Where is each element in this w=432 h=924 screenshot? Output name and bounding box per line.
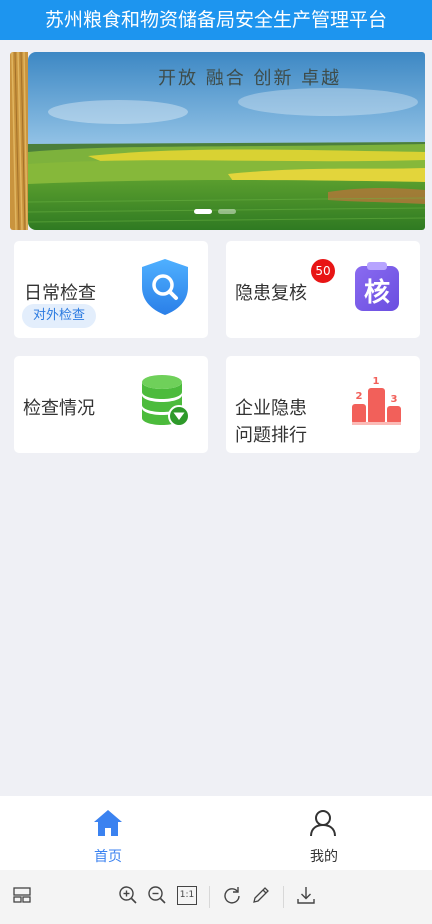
- tab-mine-label: 我的: [310, 849, 338, 865]
- edit-icon[interactable]: [251, 885, 271, 905]
- rank-3-label: 3: [391, 394, 398, 405]
- external-inspection-tag[interactable]: 对外检查: [22, 304, 97, 328]
- tab-mine[interactable]: 我的: [216, 796, 432, 870]
- daily-inspection-card[interactable]: 日常检查 对外检查: [14, 241, 208, 338]
- hazard-review-title: 隐患复核: [235, 283, 307, 304]
- wheat-slide-image: [10, 52, 28, 230]
- rank-2-label: 2: [356, 391, 363, 402]
- home-icon: [94, 810, 122, 836]
- enterprise-hazard-ranking-card[interactable]: 企业隐患 问题排行 2 1 3: [226, 356, 420, 453]
- carousel-dot[interactable]: [218, 209, 236, 214]
- ranking-title-line2: 问题排行: [235, 425, 307, 446]
- tab-home[interactable]: 首页: [0, 796, 216, 870]
- layout-icon[interactable]: [12, 885, 32, 905]
- bottom-tab-bar: 首页 我的: [0, 796, 432, 870]
- farmland-slide-image: 开放 融合 创新 卓越: [28, 52, 425, 230]
- zoom-out-icon[interactable]: [147, 885, 167, 905]
- viewer-toolbar: 1:1: [0, 870, 432, 924]
- actual-size-icon[interactable]: 1:1: [177, 886, 197, 905]
- app-header: 苏州粮食和物资储备局安全生产管理平台: [0, 0, 432, 40]
- database-filter-icon: [142, 375, 190, 427]
- ranking-title-line1: 企业隐患: [235, 398, 307, 419]
- review-stamp-text: 核: [364, 277, 390, 308]
- review-stamp-icon: 核: [355, 262, 399, 311]
- tab-home-label: 首页: [94, 849, 122, 865]
- download-icon[interactable]: [296, 885, 316, 905]
- hazard-review-card[interactable]: 隐患复核 50 核: [226, 241, 420, 338]
- banner-carousel[interactable]: 开放 融合 创新 卓越: [10, 52, 425, 230]
- inspection-status-card[interactable]: 检查情况: [14, 356, 208, 453]
- shield-search-icon: [142, 259, 188, 315]
- inspection-status-title: 检查情况: [23, 398, 95, 419]
- carousel-dot-active[interactable]: [194, 209, 212, 214]
- zoom-in-icon[interactable]: [118, 885, 138, 905]
- rank-1-label: 1: [373, 376, 380, 387]
- user-icon: [310, 810, 336, 837]
- page-title: 苏州粮食和物资储备局安全生产管理平台: [44, 9, 387, 31]
- podium-ranking-icon: 2 1 3: [352, 376, 401, 425]
- toolbar-separator: [209, 886, 210, 908]
- hazard-review-count-badge: 50: [311, 259, 335, 283]
- carousel-indicator: [194, 209, 236, 214]
- rotate-icon[interactable]: [222, 885, 242, 905]
- toolbar-separator: [283, 886, 284, 908]
- daily-inspection-title: 日常检查: [24, 283, 96, 304]
- banner-slogan: 开放 融合 创新 卓越: [158, 68, 342, 89]
